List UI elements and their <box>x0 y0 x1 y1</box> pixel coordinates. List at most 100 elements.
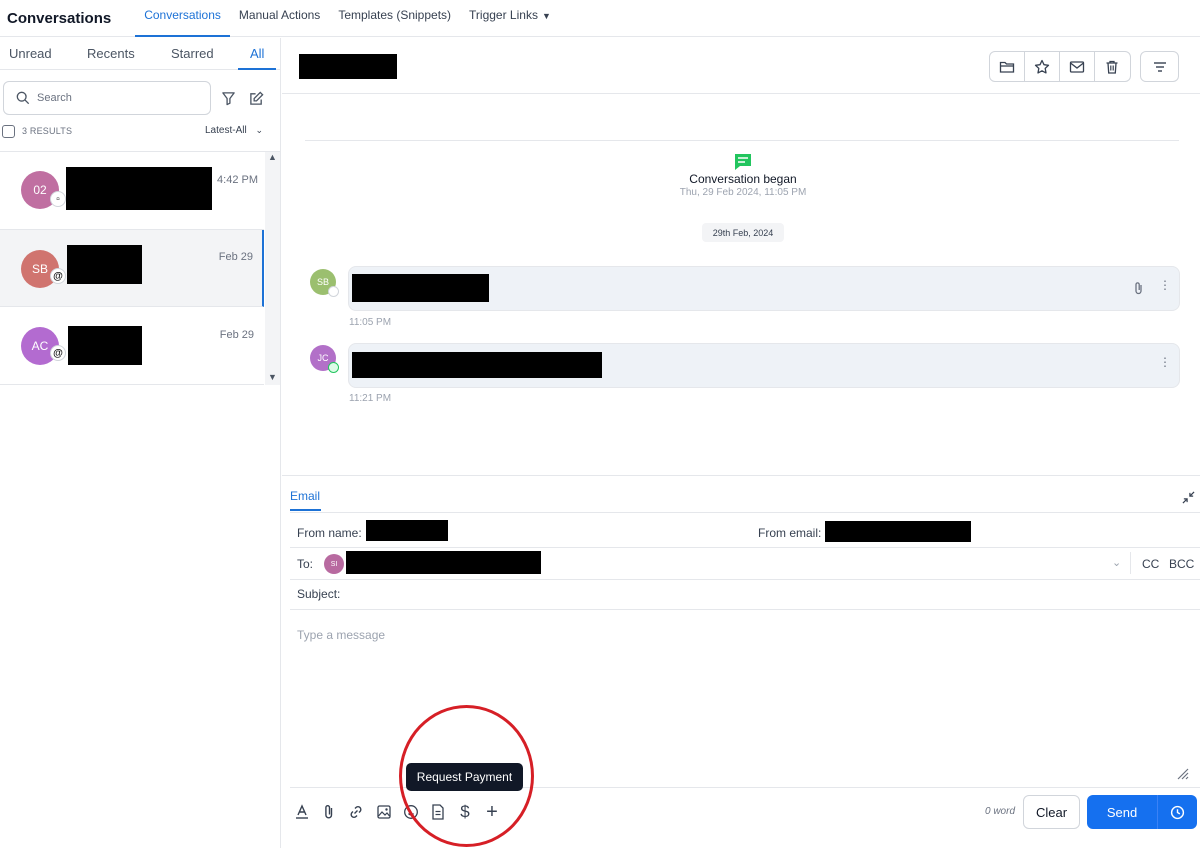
attachment-icon[interactable] <box>1133 281 1145 295</box>
filter-lines-icon[interactable] <box>1140 51 1179 82</box>
scrollbar[interactable]: ▲ ▼ <box>265 152 280 385</box>
filter-unread[interactable]: Unread <box>9 46 52 61</box>
message-bubble[interactable]: ⋮ <box>348 343 1180 388</box>
filter-starred[interactable]: Starred <box>171 46 214 61</box>
message-bubble[interactable]: ⋮ <box>348 266 1180 311</box>
chevron-down-icon[interactable]: ⌄ <box>1112 556 1121 569</box>
conversation-began-title: Conversation began <box>689 172 797 186</box>
conversation-actions <box>989 51 1131 82</box>
results-row: 3 RESULTS Latest-All ⌄ <box>0 124 281 140</box>
bcc-button[interactable]: BCC <box>1169 557 1194 571</box>
divider <box>290 512 1200 513</box>
message-time: 11:05 PM <box>349 317 392 328</box>
to-field[interactable] <box>346 551 541 574</box>
select-all-checkbox[interactable] <box>2 125 15 138</box>
tab-conversations[interactable]: Conversations <box>135 0 230 37</box>
tab-templates[interactable]: Templates (Snippets) <box>329 0 460 37</box>
compose-icon[interactable] <box>246 88 266 108</box>
tab-trigger-links-label: Trigger Links <box>469 7 538 22</box>
from-email-field[interactable] <box>825 521 971 542</box>
chevron-down-icon: ▼ <box>541 10 551 21</box>
schedule-clock-icon[interactable] <box>1157 795 1197 829</box>
cc-button[interactable]: CC <box>1142 557 1159 571</box>
divider <box>1130 552 1131 574</box>
conversation-list-panel: Unread Recents Starred All 3 RESULTS Lat… <box>0 38 281 848</box>
search-icon <box>16 91 30 105</box>
email-icon <box>328 286 339 297</box>
avatar-initials: AC <box>31 339 49 353</box>
clear-button[interactable]: Clear <box>1023 795 1080 829</box>
from-name-field[interactable] <box>366 520 448 541</box>
chevron-down-icon: ⌄ <box>255 125 264 135</box>
redacted-contact-name <box>68 326 142 365</box>
mail-icon[interactable] <box>1060 52 1095 81</box>
email-composer: Email From name: From email: To: SI ⌄ CC… <box>282 475 1200 848</box>
attachment-icon[interactable] <box>320 803 338 821</box>
filter-icon[interactable] <box>218 88 238 108</box>
redacted-message-text <box>352 352 602 378</box>
avatar-initials: 02 <box>33 183 47 197</box>
avatar-initials: SI <box>330 560 338 568</box>
scroll-down-icon[interactable]: ▼ <box>268 372 277 382</box>
sort-label: Latest-All <box>205 125 247 136</box>
more-options-icon[interactable]: ⋮ <box>1159 279 1171 291</box>
active-tab-indicator <box>238 68 276 70</box>
sort-dropdown[interactable]: Latest-All ⌄ <box>205 125 263 136</box>
from-name-label: From name: <box>297 526 362 540</box>
filter-tabs: Unread Recents Starred All <box>0 38 280 70</box>
conversation-item[interactable]: 02 ▫ 4:42 PM <box>0 152 264 230</box>
conversation-time: Feb 29 <box>218 251 253 263</box>
avatar-initials: JC <box>317 353 329 363</box>
conversation-time: 4:42 PM <box>217 174 258 186</box>
link-icon[interactable] <box>347 803 365 821</box>
message-input[interactable]: Type a message <box>297 628 385 642</box>
trash-icon[interactable] <box>1095 52 1130 81</box>
conversation-item[interactable]: AC @ Feb 29 <box>0 307 264 385</box>
more-options-icon[interactable]: ⋮ <box>1159 356 1171 368</box>
filter-recents[interactable]: Recents <box>87 46 135 61</box>
email-icon: @ <box>50 345 66 361</box>
resize-handle-icon[interactable] <box>1175 766 1189 780</box>
conversation-list: 02 ▫ 4:42 PM SB @ Feb 29 AC @ Feb 29 <box>0 152 265 385</box>
divider <box>290 547 1200 548</box>
divider <box>290 609 1200 610</box>
avatar-initials: SB <box>31 262 48 276</box>
avatar: JC <box>310 345 339 373</box>
text-format-icon[interactable] <box>293 803 311 821</box>
highlight-annotation-circle <box>399 705 534 847</box>
conversation-time: Feb 29 <box>219 329 254 341</box>
conversation-item[interactable]: SB @ Feb 29 <box>0 230 264 307</box>
folder-icon[interactable] <box>990 52 1025 81</box>
divider <box>290 579 1200 580</box>
subject-label: Subject: <box>297 587 341 601</box>
tab-trigger-links[interactable]: Trigger Links ▼ <box>460 0 560 37</box>
avatar: SB <box>310 269 339 297</box>
filter-all[interactable]: All <box>250 46 264 61</box>
scroll-up-icon[interactable]: ▲ <box>268 152 277 162</box>
to-label: To: <box>297 557 314 571</box>
email-icon: @ <box>50 268 66 284</box>
active-tab-indicator <box>290 509 321 511</box>
avatar: SI <box>324 554 344 574</box>
chat-status-icon <box>328 362 339 373</box>
image-icon[interactable] <box>375 803 393 821</box>
send-button-group: Send <box>1087 795 1197 829</box>
avatar-initials: SB <box>316 277 329 287</box>
redacted-contact-title <box>299 54 397 79</box>
star-icon[interactable] <box>1025 52 1060 81</box>
send-button[interactable]: Send <box>1087 795 1157 829</box>
word-count: 0 word <box>985 806 1016 817</box>
search-input[interactable] <box>37 92 197 104</box>
chat-header <box>282 38 1200 94</box>
chat-icon: ▫ <box>50 191 66 207</box>
tab-manual-actions[interactable]: Manual Actions <box>230 0 329 37</box>
search-box[interactable] <box>3 81 211 115</box>
redacted-contact-name <box>66 167 212 210</box>
collapse-icon[interactable] <box>1182 491 1195 504</box>
date-pill: 29th Feb, 2024 <box>702 223 784 242</box>
conversation-began-date: Thu, 29 Feb 2024, 11:05 PM <box>679 187 807 198</box>
redacted-message-text <box>352 274 489 302</box>
conversation-began-icon <box>735 154 751 170</box>
results-count: 3 RESULTS <box>22 126 73 136</box>
tab-email[interactable]: Email <box>290 489 320 503</box>
